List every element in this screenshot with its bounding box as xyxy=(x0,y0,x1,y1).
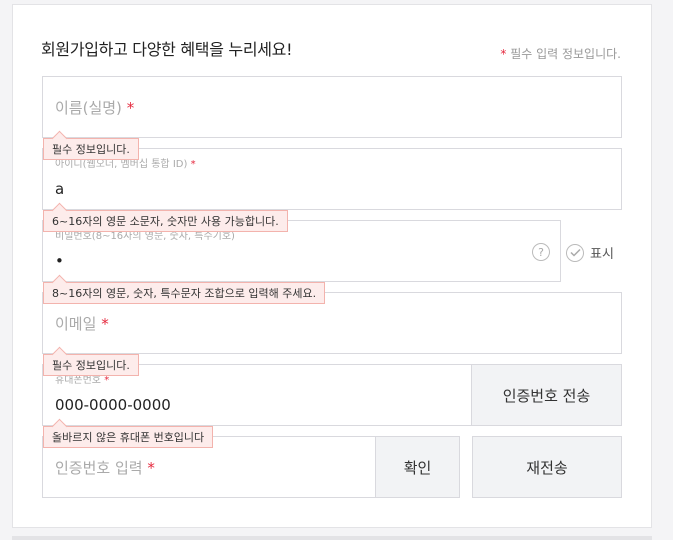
help-icon[interactable]: ? xyxy=(532,243,550,261)
resend-button[interactable]: 재전송 xyxy=(472,436,622,498)
name-placeholder: 이름(실명) * xyxy=(55,99,135,117)
show-password-label: 표시 xyxy=(590,247,614,262)
name-input[interactable]: 이름(실명) * xyxy=(42,76,622,138)
confirm-button[interactable]: 확인 xyxy=(375,436,460,498)
password-error-tooltip: 8~16자의 영문, 숫자, 특수문자 조합으로 입력해 주세요. xyxy=(43,274,326,304)
check-icon xyxy=(566,243,584,262)
required-note: * 필수 입력 정보입니다. xyxy=(500,45,621,62)
name-error-tooltip: 필수 정보입니다. xyxy=(43,130,139,160)
required-star: * xyxy=(500,47,507,61)
password-value: • xyxy=(55,252,64,270)
user-id-error-tooltip: 6~16자의 영문 소문자, 숫자만 사용 가능합니다. xyxy=(43,202,288,232)
user-id-value: a xyxy=(55,180,65,198)
phone-error-tooltip: 올바르지 않은 휴대폰 번호입니다 xyxy=(43,418,214,448)
auth-code-placeholder: 인증번호 입력 * xyxy=(55,459,155,477)
send-code-button[interactable]: 인증번호 전송 xyxy=(471,364,622,426)
required-note-text: 필수 입력 정보입니다. xyxy=(510,47,621,61)
show-password-toggle[interactable]: 표시 xyxy=(566,243,614,262)
phone-value: 000-0000-0000 xyxy=(55,396,171,414)
page-title: 회원가입하고 다양한 혜택을 누리세요! xyxy=(41,40,293,59)
email-error-tooltip: 필수 정보입니다. xyxy=(43,346,139,376)
email-placeholder: 이메일 * xyxy=(55,315,109,333)
card-bottom-edge xyxy=(12,536,652,540)
